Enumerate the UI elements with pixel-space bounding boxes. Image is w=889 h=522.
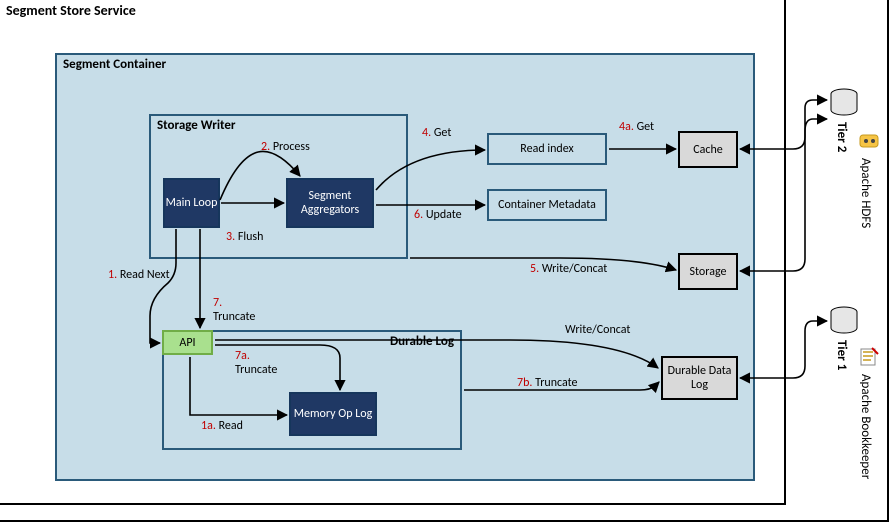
- step-1a-label: 1a. Read: [201, 419, 243, 433]
- step-7b-label: 7b. Truncate: [517, 376, 578, 390]
- bookkeeper-icon: [858, 346, 880, 368]
- step-7-label: 7.Truncate: [213, 296, 255, 324]
- step-5-label: 5. Write/Concat: [530, 262, 607, 276]
- container-metadata-box: Container Metadata: [487, 189, 607, 221]
- canvas: Segment Store Service Segment Container …: [0, 0, 889, 522]
- storage-label: Storage: [690, 265, 727, 279]
- tier1-cylinder-icon: [829, 306, 859, 336]
- segment-aggregators-label: Segment Aggregators: [288, 189, 372, 217]
- tier2-cylinder-icon: [829, 88, 859, 118]
- segment-aggregators-box: Segment Aggregators: [286, 178, 374, 228]
- api-label: API: [179, 336, 195, 350]
- step-4-label: 4. Get: [422, 126, 451, 140]
- storage-box: Storage: [678, 253, 738, 290]
- memory-op-log-label: Memory Op Log: [294, 407, 373, 421]
- main-loop-label: Main Loop: [166, 196, 218, 210]
- memory-op-log-box: Memory Op Log: [289, 392, 377, 436]
- durable-log-title: Durable Log: [390, 334, 454, 349]
- step-1-label: 1. Read Next: [108, 268, 170, 282]
- container-metadata-label: Container Metadata: [498, 198, 596, 212]
- api-box: API: [162, 330, 213, 355]
- step-4a-label: 4a. Get: [619, 120, 654, 134]
- cache-box: Cache: [678, 131, 738, 168]
- segment-store-title: Segment Store Service: [6, 2, 136, 19]
- durable-data-log-label: Durable Data Log: [665, 364, 734, 392]
- hdfs-icon: [858, 130, 880, 152]
- step-6-label: 6. Update: [414, 208, 462, 222]
- cache-label: Cache: [693, 143, 723, 157]
- tier2-label: Tier 2: [834, 122, 849, 152]
- storage-writer-title: Storage Writer: [157, 118, 236, 133]
- step-3-label: 3. Flush: [226, 230, 263, 244]
- hdfs-label: Apache HDFS: [858, 158, 873, 228]
- main-loop-box: Main Loop: [163, 178, 220, 228]
- step-7a-label: 7a.Truncate: [235, 349, 277, 377]
- tier1-label: Tier 1: [834, 340, 849, 370]
- durable-data-log-box: Durable Data Log: [661, 356, 738, 400]
- write-concat-label: Write/Concat: [565, 323, 630, 337]
- read-index-label: Read index: [520, 142, 573, 156]
- read-index-box: Read index: [487, 133, 607, 165]
- bookkeeper-label: Apache Bookkeeper: [858, 374, 873, 479]
- step-2-label: 2. Process: [261, 140, 310, 154]
- segment-container-title: Segment Container: [63, 57, 166, 72]
